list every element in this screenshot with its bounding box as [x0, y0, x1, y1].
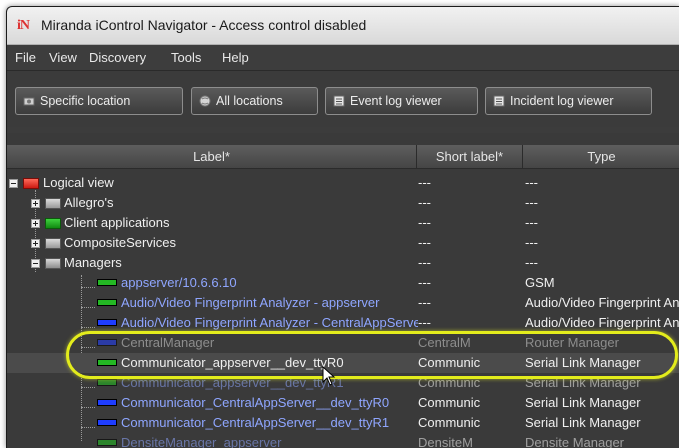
tree-row[interactable]: DensiteManager_appserver DensiteM Densit…	[7, 433, 679, 448]
row-short-label: Communic	[418, 395, 481, 410]
row-type: ---	[525, 255, 538, 270]
tree-row[interactable]: Audio/Video Fingerprint Analyzer - appse…	[7, 293, 679, 313]
toolbar: Specific location All locations Event lo…	[7, 71, 679, 127]
application-window: iN Miranda iControl Navigator - Access c…	[6, 6, 679, 448]
row-label: DensiteManager_appserver	[121, 435, 282, 448]
tree-row[interactable]: Communicator_CentralAppServer__dev_ttyR1…	[7, 413, 679, 433]
row-short-label: ---	[418, 255, 431, 270]
tree-row[interactable]: Client applications --- ---	[7, 213, 679, 233]
row-type: Audio/Video Fingerprint Analyzer	[525, 315, 679, 330]
column-header-type[interactable]: Type	[523, 145, 679, 169]
event-log-viewer-button[interactable]: Event log viewer	[325, 87, 478, 115]
row-type: GSM	[525, 275, 555, 290]
event-log-icon	[333, 95, 345, 107]
row-short-label: ---	[418, 275, 431, 290]
incident-log-icon	[493, 95, 505, 107]
row-type: Serial Link Manager	[525, 395, 641, 410]
row-short-label: ---	[418, 295, 431, 310]
row-label: Client applications	[64, 215, 170, 230]
row-type: ---	[525, 215, 538, 230]
row-short-label: ---	[418, 215, 431, 230]
row-type: ---	[525, 195, 538, 210]
row-label: Communicator_CentralAppServer__dev_ttyR1	[121, 415, 390, 430]
row-type: Densite Manager	[525, 435, 624, 448]
mouse-cursor-icon	[322, 366, 336, 386]
column-header-label[interactable]: Label*	[7, 145, 417, 169]
row-short-label: DensiteM	[418, 435, 473, 448]
menu-discovery[interactable]: Discovery	[89, 50, 146, 65]
row-type: Serial Link Manager	[525, 415, 641, 430]
event-log-viewer-label: Event log viewer	[350, 94, 442, 108]
tree-row[interactable]: CompositeServices --- ---	[7, 233, 679, 253]
row-label: Audio/Video Fingerprint Analyzer - Centr…	[121, 315, 418, 330]
row-label: Communicator_CentralAppServer__dev_ttyR0	[121, 395, 390, 410]
row-label: Audio/Video Fingerprint Analyzer - appse…	[121, 295, 380, 310]
menu-tools[interactable]: Tools	[171, 50, 201, 65]
tree-row[interactable]: Communicator_CentralAppServer__dev_ttyR0…	[7, 393, 679, 413]
incident-log-viewer-button[interactable]: Incident log viewer	[485, 87, 652, 115]
row-type: Audio/Video Fingerprint Analyzer	[525, 295, 679, 310]
incident-log-viewer-label: Incident log viewer	[510, 94, 614, 108]
navigator-tree-table: Label* Short label* Type Logical view --…	[7, 133, 679, 448]
row-short-label: Communic	[418, 415, 481, 430]
all-locations-button[interactable]: All locations	[191, 87, 318, 115]
menu-bar: File View Discovery Tools Help	[7, 45, 679, 71]
highlight-callout	[66, 331, 678, 379]
row-label: appserver/10.6.6.10	[121, 275, 237, 290]
column-header-short-label[interactable]: Short label*	[417, 145, 523, 169]
tree-row[interactable]: Audio/Video Fingerprint Analyzer - Centr…	[7, 313, 679, 333]
row-short-label: ---	[418, 175, 431, 190]
row-short-label: ---	[418, 235, 431, 250]
row-short-label: ---	[418, 195, 431, 210]
title-bar[interactable]: iN Miranda iControl Navigator - Access c…	[7, 7, 679, 45]
row-short-label: ---	[418, 315, 431, 330]
tree-row[interactable]: Allegro's --- ---	[7, 193, 679, 213]
tree-row[interactable]: appserver/10.6.6.10 --- GSM	[7, 273, 679, 293]
row-type: ---	[525, 235, 538, 250]
row-type: ---	[525, 175, 538, 190]
tree-row[interactable]: Managers --- ---	[7, 253, 679, 273]
application-logo-icon: iN	[17, 18, 30, 33]
row-label: Managers	[64, 255, 122, 270]
tree-row[interactable]: Logical view --- ---	[7, 173, 679, 193]
row-label: Logical view	[43, 175, 114, 190]
menu-view[interactable]: View	[49, 50, 77, 65]
row-label: Allegro's	[64, 195, 114, 210]
specific-location-label: Specific location	[40, 94, 131, 108]
menu-help[interactable]: Help	[222, 50, 249, 65]
globe-icon	[199, 95, 211, 107]
menu-file[interactable]: File	[15, 50, 36, 65]
specific-location-button[interactable]: Specific location	[15, 87, 183, 115]
location-icon	[23, 97, 35, 106]
all-locations-label: All locations	[216, 94, 283, 108]
row-label: CompositeServices	[64, 235, 176, 250]
window-title: Miranda iControl Navigator - Access cont…	[41, 17, 367, 33]
